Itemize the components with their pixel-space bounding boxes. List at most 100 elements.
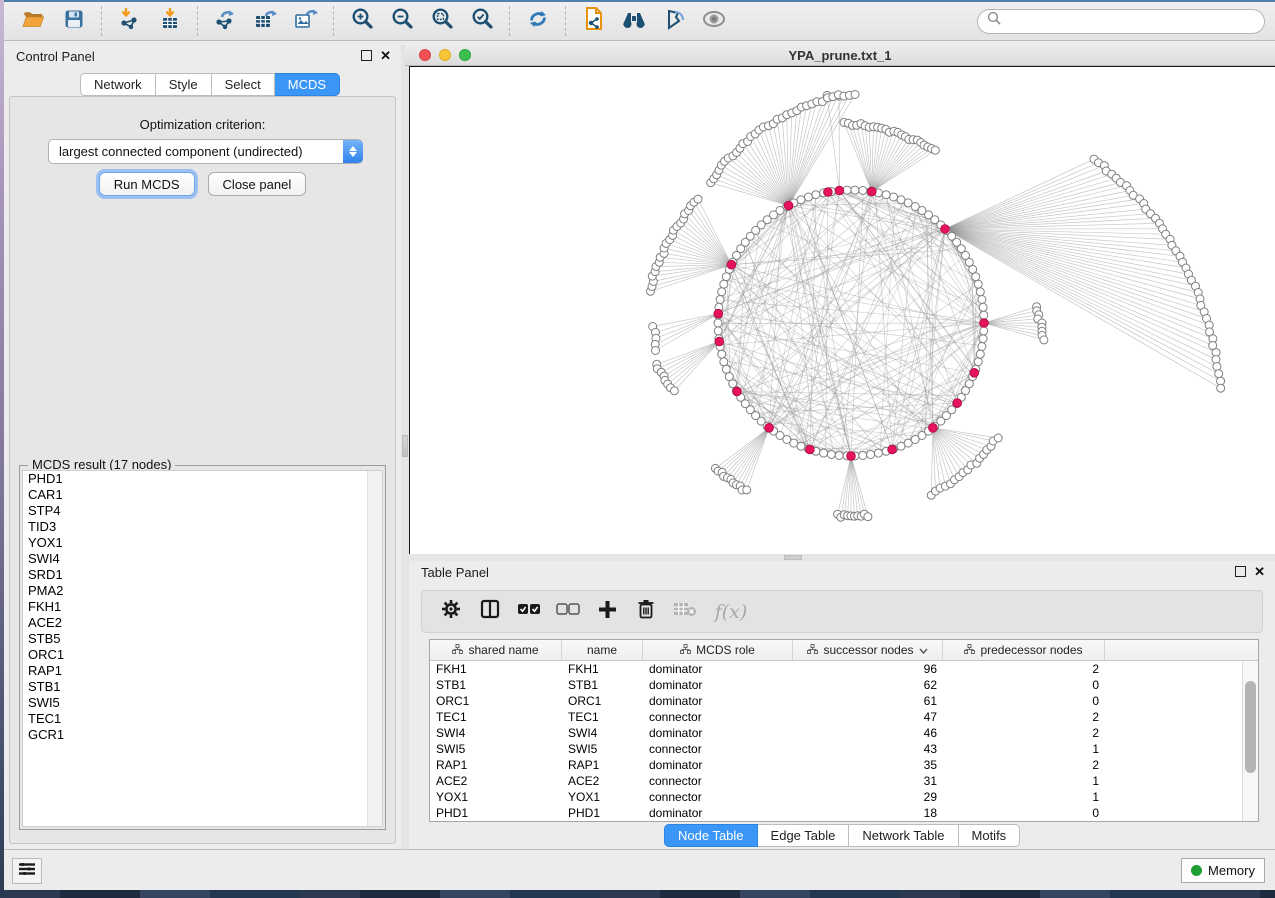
network-canvas[interactable] <box>409 66 1275 554</box>
deselect-all-button[interactable] <box>553 597 583 627</box>
mcds-result-item[interactable]: STP4 <box>23 503 382 519</box>
hide-details-button[interactable] <box>654 4 694 38</box>
table-row[interactable]: SWI4SWI4dominator462 <box>430 725 1258 741</box>
column-header-predecessor-nodes[interactable]: predecessor nodes <box>943 640 1105 660</box>
tab-mcds[interactable]: MCDS <box>275 73 340 96</box>
tab-style[interactable]: Style <box>156 73 212 96</box>
mcds-hub-node[interactable] <box>824 188 833 197</box>
column-header-successor-nodes[interactable]: successor nodes <box>793 640 943 660</box>
refresh-layout-button[interactable] <box>518 4 558 38</box>
mcds-hub-node[interactable] <box>806 445 815 454</box>
table-row[interactable]: STB1STB1dominator620 <box>430 677 1258 693</box>
mcds-result-item[interactable]: RAP1 <box>23 663 382 679</box>
export-image-button[interactable] <box>286 4 326 38</box>
select-all-button[interactable] <box>514 597 544 627</box>
mcds-hub-node[interactable] <box>765 424 774 433</box>
zoom-out-button[interactable] <box>382 4 422 38</box>
add-column-button[interactable] <box>592 597 622 627</box>
table-row[interactable]: TEC1TEC1connector472 <box>430 709 1258 725</box>
table-row[interactable]: SWI5SWI5connector431 <box>430 741 1258 757</box>
mcds-hub-node[interactable] <box>784 201 793 210</box>
save-session-button[interactable] <box>54 4 94 38</box>
mcds-hub-node[interactable] <box>847 452 856 461</box>
table-scrollbar[interactable] <box>1242 661 1258 821</box>
mcds-hub-node[interactable] <box>980 319 989 328</box>
mcds-hub-node[interactable] <box>888 445 897 454</box>
mcds-result-item[interactable]: PMA2 <box>23 583 382 599</box>
table-cell: 35 <box>793 757 943 773</box>
close-panel-button[interactable]: Close panel <box>208 172 307 196</box>
import-network-button[interactable] <box>110 4 150 38</box>
tab-node-table[interactable]: Node Table <box>664 824 758 847</box>
tab-network-table[interactable]: Network Table <box>849 824 958 847</box>
splitter-handle[interactable] <box>784 555 802 560</box>
export-table-button[interactable] <box>246 4 286 38</box>
tab-select[interactable]: Select <box>212 73 275 96</box>
open-session-button[interactable] <box>14 4 54 38</box>
column-header-shared-name[interactable]: shared name <box>430 640 562 660</box>
mcds-result-item[interactable]: TEC1 <box>23 711 382 727</box>
mcds-hub-node[interactable] <box>929 424 938 433</box>
mcds-hub-node[interactable] <box>970 369 979 378</box>
mcds-result-list[interactable]: PHD1CAR1STP4TID3YOX1SWI4SRD1PMA2FKH1ACE2… <box>22 470 383 827</box>
mcds-result-item[interactable]: SWI4 <box>23 551 382 567</box>
float-panel-icon[interactable] <box>361 50 372 61</box>
horizontal-splitter[interactable] <box>409 554 1275 561</box>
mcds-result-item[interactable]: ACE2 <box>23 615 382 631</box>
mcds-hub-node[interactable] <box>714 309 723 318</box>
mcds-result-item[interactable]: SRD1 <box>23 567 382 583</box>
mcds-hub-node[interactable] <box>715 337 724 346</box>
mcds-result-item[interactable]: PHD1 <box>23 471 382 487</box>
mcds-result-item[interactable]: STB5 <box>23 631 382 647</box>
mcds-hub-node[interactable] <box>835 186 844 195</box>
memory-button[interactable]: Memory <box>1181 858 1265 883</box>
mcds-hub-node[interactable] <box>941 225 950 234</box>
mcds-result-item[interactable]: ORC1 <box>23 647 382 663</box>
mcds-result-item[interactable]: FKH1 <box>23 599 382 615</box>
float-panel-icon[interactable] <box>1235 566 1246 577</box>
mcds-list-scrollbar[interactable] <box>367 471 382 826</box>
search-network-button[interactable] <box>614 4 654 38</box>
clone-network-button[interactable] <box>574 4 614 38</box>
table-row[interactable]: FKH1FKH1dominator962 <box>430 661 1258 677</box>
mcds-result-item[interactable]: GCR1 <box>23 727 382 743</box>
mcds-hub-node[interactable] <box>868 187 877 196</box>
table-row[interactable]: PHD1PHD1dominator180 <box>430 805 1258 821</box>
optimization-criterion-dropdown[interactable]: largest connected component (undirected) <box>48 139 363 164</box>
close-panel-icon[interactable]: ✕ <box>380 51 391 60</box>
mcds-result-item[interactable]: SWI5 <box>23 695 382 711</box>
table-row[interactable]: YOX1YOX1connector291 <box>430 789 1258 805</box>
zoom-selected-button[interactable] <box>462 4 502 38</box>
table-row[interactable]: RAP1RAP1dominator352 <box>430 757 1258 773</box>
import-table-button[interactable] <box>150 4 190 38</box>
export-network-button[interactable] <box>206 4 246 38</box>
delete-column-button[interactable] <box>631 597 661 627</box>
tab-network[interactable]: Network <box>80 73 156 96</box>
table-header-row: shared namenameMCDS rolesuccessor nodesp… <box>430 640 1258 661</box>
table-settings-button[interactable] <box>436 597 466 627</box>
run-mcds-button[interactable]: Run MCDS <box>99 172 195 196</box>
panel-menu-button[interactable] <box>12 858 42 884</box>
mcds-result-item[interactable]: YOX1 <box>23 535 382 551</box>
column-layout-button[interactable] <box>475 597 505 627</box>
table-row[interactable]: ACE2ACE2connector311 <box>430 773 1258 789</box>
zoom-fit-button[interactable] <box>422 4 462 38</box>
show-details-button[interactable] <box>694 4 734 38</box>
mcds-result-item[interactable]: TID3 <box>23 519 382 535</box>
table-cell: SWI5 <box>562 741 643 757</box>
mcds-hub-node[interactable] <box>733 387 742 396</box>
column-header-MCDS-role[interactable]: MCDS role <box>643 640 793 660</box>
scrollbar-thumb[interactable] <box>1245 681 1256 773</box>
tab-motifs[interactable]: Motifs <box>959 824 1021 847</box>
mcds-result-item[interactable]: CAR1 <box>23 487 382 503</box>
zoom-in-button[interactable] <box>342 4 382 38</box>
import-network-icon <box>119 8 141 35</box>
mcds-hub-node[interactable] <box>727 260 736 269</box>
mcds-result-item[interactable]: STB1 <box>23 679 382 695</box>
column-header-name[interactable]: name <box>562 640 643 660</box>
table-row[interactable]: ORC1ORC1dominator610 <box>430 693 1258 709</box>
search-input[interactable] <box>977 9 1265 34</box>
close-panel-icon[interactable]: ✕ <box>1254 567 1265 576</box>
tab-edge-table[interactable]: Edge Table <box>758 824 850 847</box>
mcds-hub-node[interactable] <box>953 399 962 408</box>
